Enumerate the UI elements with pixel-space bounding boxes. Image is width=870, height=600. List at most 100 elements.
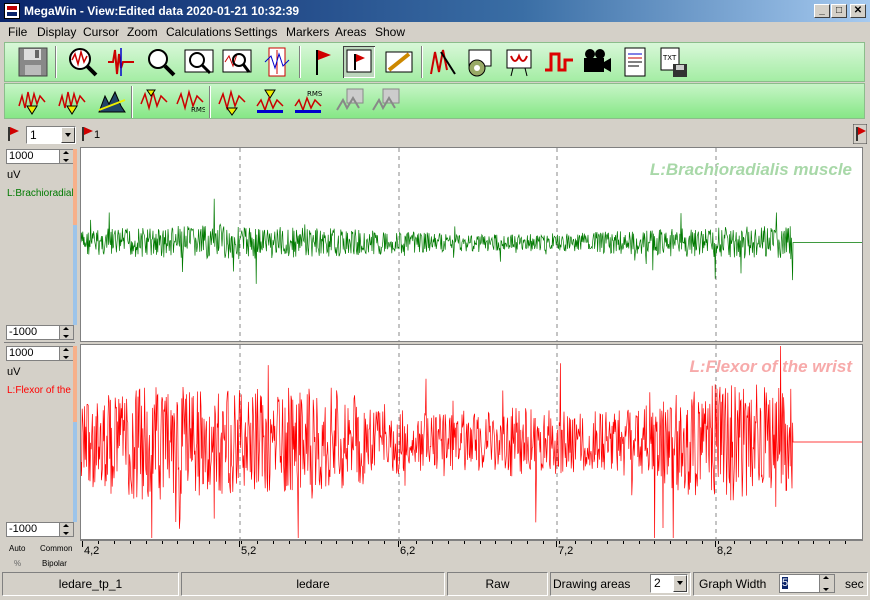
marker-select-value: 1 [30,128,37,142]
close-button[interactable]: ✕ [850,4,866,18]
common-mode-label[interactable]: Common [40,544,72,553]
svg-text:TXT: TXT [662,54,677,62]
zoom-wave-icon[interactable] [221,46,253,78]
auto-mode-label[interactable]: Auto [9,544,25,553]
zoom-signal-icon[interactable] [67,46,99,78]
app-icon[interactable] [4,3,20,19]
spike-icon[interactable] [105,46,137,78]
menu-zoom[interactable]: Zoom [127,25,158,39]
menu-areas[interactable]: Areas [335,25,366,39]
marker-flag-icon[interactable] [6,126,20,142]
channel-1-min-value: -1000 [9,326,38,338]
menu-display[interactable]: Display [37,25,76,39]
spinner-arrows-icon[interactable] [59,150,73,163]
spinner-arrows-icon[interactable] [819,575,834,592]
channel-2-min-spinner[interactable]: -1000 [6,522,74,537]
spinner-arrows-icon[interactable] [59,347,73,360]
minor-tick [129,541,131,544]
minor-tick [304,541,306,544]
menu-show[interactable]: Show [375,25,405,39]
drawing-areas-label: Drawing areas [553,577,631,591]
minor-tick [161,541,163,544]
minor-tick [97,541,99,544]
channel-2-min-value: -1000 [9,523,38,535]
marker-position-flag-icon[interactable] [80,126,94,142]
minor-tick [463,541,465,544]
magnifier-icon[interactable] [145,46,177,78]
toolbar-separator [131,86,133,118]
channel-1-min-spinner[interactable]: -1000 [6,325,74,340]
minor-tick [241,541,242,544]
toolbar-separator [55,46,57,78]
minor-tick [781,541,783,544]
rms-4-icon[interactable]: RMS [293,86,323,116]
flag-marker-icon[interactable] [307,46,339,78]
minor-tick [686,541,688,544]
minimize-button[interactable]: _ [814,4,830,18]
print-preview-icon[interactable] [503,46,535,78]
pulse-icon[interactable] [543,46,575,78]
channel-2-name: L:Flexor of the [7,385,71,396]
menu-markers[interactable]: Markers [286,25,329,39]
minor-tick [590,541,592,544]
title-bar: MegaWin - View:Edited data 2020-01-21 10… [0,0,870,22]
bipolar-mode-label[interactable]: Bipolar [42,559,67,568]
drawing-areas-select[interactable]: 2 [650,574,688,593]
minor-tick [495,541,497,544]
emg-analysis-2-icon[interactable] [57,86,87,116]
dropdown-arrow-icon[interactable] [673,575,687,592]
percent-mode-label[interactable]: % [14,559,21,568]
minor-tick [702,541,704,544]
frequency-icon[interactable] [97,86,127,116]
cursor-table-2-icon[interactable] [371,86,401,116]
emg-analysis-1-icon[interactable] [17,86,47,116]
spinner-arrows-icon[interactable] [59,523,73,536]
report-icon[interactable] [619,46,651,78]
amplitude-scale-icon[interactable] [261,46,293,78]
dropdown-arrow-icon[interactable] [61,127,75,143]
minor-tick [288,541,290,544]
camera-icon[interactable] [581,46,613,78]
channel-2-max-value: 1000 [9,347,34,359]
menu-calculations[interactable]: Calculations [166,25,231,39]
minor-tick [177,541,179,544]
menu-settings[interactable]: Settings [234,25,277,39]
channel-2-scale-strip-top [73,346,77,422]
minor-tick [225,541,227,544]
menu-cursor[interactable]: Cursor [83,25,119,39]
time-tick-label: 7,2 [558,545,574,557]
zoom-rect-icon[interactable] [183,46,215,78]
channel-1-max-spinner[interactable]: 1000 [6,149,74,164]
save-icon[interactable] [17,46,49,78]
graph-width-value: 5 [782,577,789,589]
minor-tick [733,541,735,544]
marker-select[interactable]: 1 [26,126,76,144]
menu-file[interactable]: File [8,25,27,39]
minor-tick [765,541,767,544]
settings-chip-icon[interactable] [463,46,495,78]
maximize-button[interactable]: □ [831,4,847,18]
channel-controls: 1000 uV L:Brachioradialis -1000 1000 uV … [4,147,77,542]
channel-1-plot[interactable]: L:Brachioradialis muscle [80,147,863,342]
channel-1-controls: 1000 uV L:Brachioradialis -1000 [4,147,77,343]
cut-signal-icon[interactable] [427,46,459,78]
rms-1-icon[interactable] [139,86,169,116]
edit-area-icon[interactable] [383,46,415,78]
time-tick [398,541,399,547]
minor-tick [113,541,115,544]
minor-tick [479,541,481,544]
rms-2-icon[interactable]: RMS [175,86,205,116]
channel-2-max-spinner[interactable]: 1000 [6,346,74,361]
spinner-arrows-icon[interactable] [59,326,73,339]
marker-end-flag-icon[interactable] [853,124,867,144]
rms-3-icon[interactable] [217,86,247,116]
cursor-table-1-icon[interactable] [335,86,365,116]
minor-tick [845,541,847,544]
minor-tick [813,541,815,544]
area-avg-icon[interactable] [255,86,285,116]
display-marker-button[interactable] [343,46,375,78]
channel-2-plot[interactable]: L:Flexor of the wrist [80,344,863,540]
graph-width-spinner[interactable]: 5 [779,574,835,593]
txt-export-icon[interactable]: TXT [657,46,689,78]
subject-name: ledare [181,572,445,596]
